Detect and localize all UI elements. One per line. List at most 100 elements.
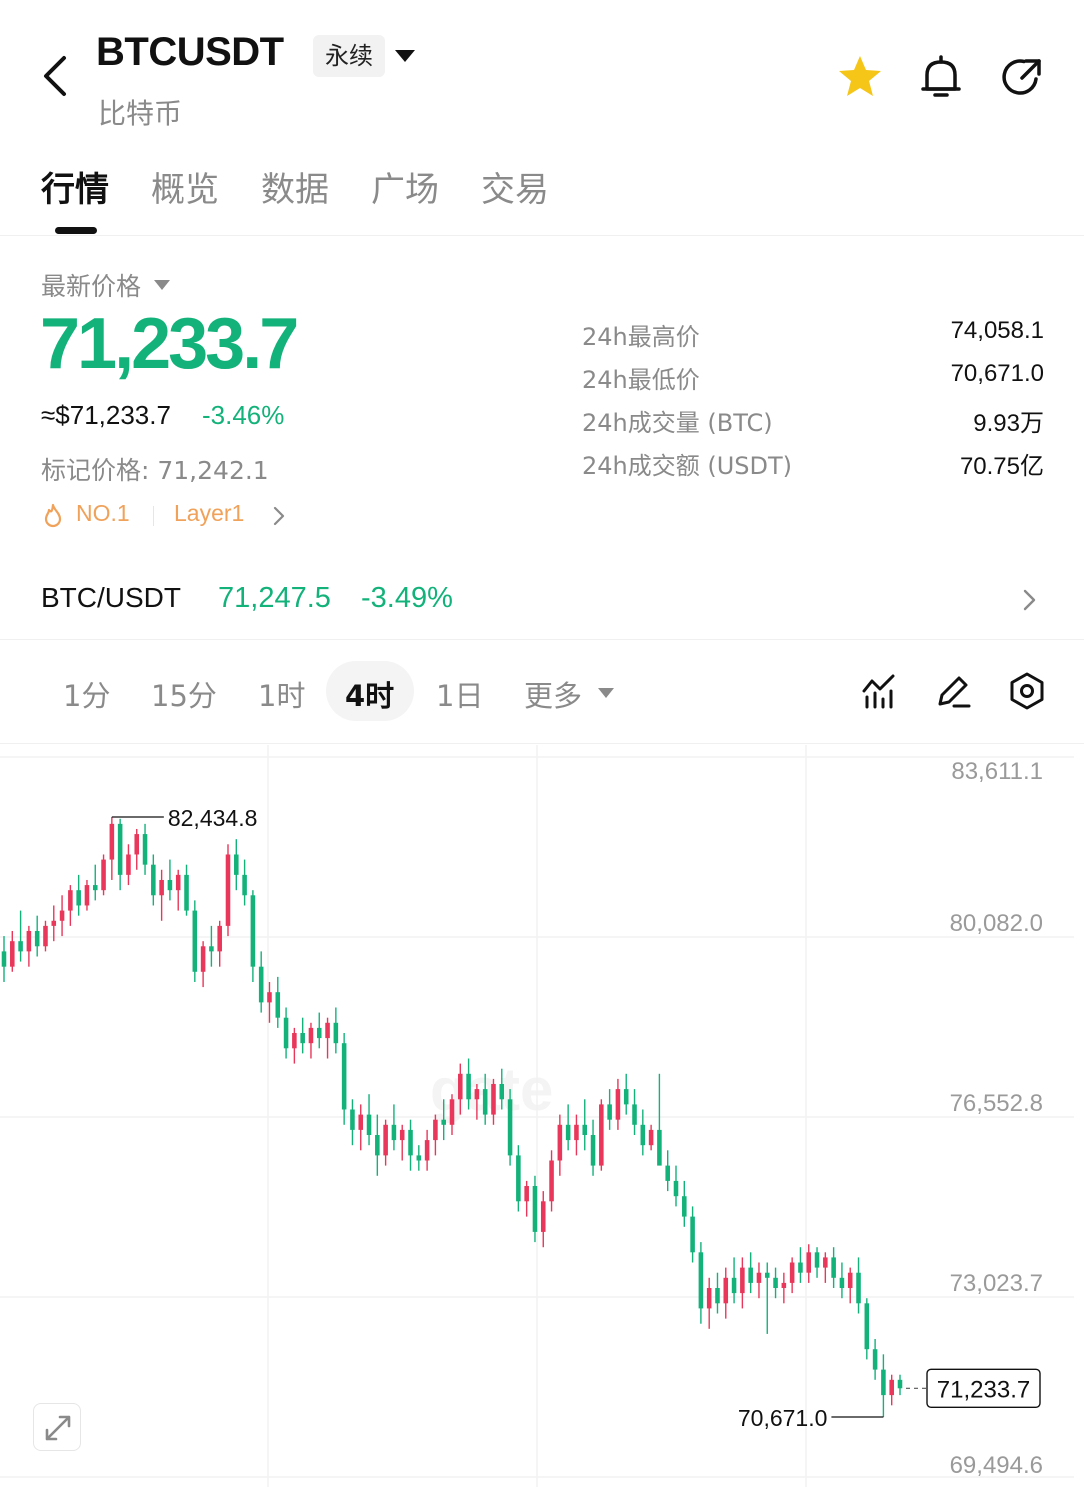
- candle-body: [831, 1257, 836, 1278]
- candle-body: [499, 1083, 505, 1100]
- last-price-label: 71,233.7: [937, 1376, 1030, 1403]
- candle-body: [175, 874, 181, 891]
- candle-body: [59, 910, 65, 921]
- back-icon[interactable]: [36, 52, 80, 100]
- y-axis-tick-label: 83,611.1: [951, 758, 1043, 785]
- candle-body: [599, 1104, 604, 1166]
- candle-body: [806, 1252, 812, 1273]
- interval-1d[interactable]: 1日: [436, 673, 483, 715]
- candle-body: [706, 1288, 712, 1309]
- tab-trade[interactable]: 交易: [481, 162, 549, 211]
- candle-body: [748, 1267, 753, 1283]
- candle-body: [1, 951, 7, 967]
- candle-body: [51, 920, 57, 926]
- candle-body: [640, 1124, 646, 1146]
- settings-hex-icon[interactable]: [1007, 671, 1047, 711]
- tab-square[interactable]: 广场: [371, 162, 439, 211]
- candle-body: [789, 1262, 795, 1283]
- candle-body: [839, 1277, 845, 1289]
- contract-type-dropdown[interactable]: 永续: [313, 35, 385, 77]
- chevron-right-icon[interactable]: [1021, 586, 1039, 614]
- candle-body: [441, 1119, 446, 1125]
- max-price-label: 82,434.8: [168, 805, 258, 831]
- tab-data[interactable]: 数据: [261, 162, 329, 211]
- candle-body: [657, 1129, 662, 1166]
- interval-more[interactable]: 更多: [524, 673, 582, 715]
- interval-1m[interactable]: 1分: [63, 673, 110, 715]
- interval-4h[interactable]: 4时: [345, 673, 394, 715]
- candlestick-chart[interactable]: gate 83,611.1 80,082.0 76,552.8 73,023.7 69,…: [0, 745, 1084, 1487]
- candle-body: [897, 1379, 903, 1389]
- candle-body: [292, 1032, 297, 1049]
- candle-body: [847, 1272, 853, 1289]
- candle-body: [723, 1277, 729, 1304]
- candle-body: [632, 1104, 637, 1125]
- caret-down-icon[interactable]: [596, 685, 616, 699]
- candle-body: [814, 1252, 820, 1268]
- candle-body: [424, 1140, 430, 1161]
- candle-body: [623, 1089, 629, 1105]
- candle-body: [433, 1119, 438, 1141]
- candle-body: [399, 1129, 405, 1141]
- candle-body: [466, 1073, 471, 1100]
- stat-label-turnover: 24h成交额 (USDT): [582, 452, 793, 480]
- stat-value-low: 70,671.0: [950, 360, 1044, 387]
- candle-body: [325, 1022, 330, 1039]
- chart-canvas[interactable]: 83,611.1 80,082.0 76,552.8 73,023.7 69,494.6…: [0, 745, 1084, 1487]
- draw-pencil-icon[interactable]: [933, 671, 973, 711]
- candle-body: [474, 1089, 480, 1100]
- candle-body: [516, 1155, 521, 1202]
- candle-body: [856, 1272, 861, 1304]
- y-axis-tick-label: 73,023.7: [950, 1270, 1043, 1297]
- candle-body: [159, 879, 164, 896]
- bell-icon[interactable]: [917, 53, 965, 101]
- spot-pair-row[interactable]: BTC/USDT 71,247.5 -3.49%: [0, 560, 1084, 640]
- interval-1h[interactable]: 1时: [258, 673, 305, 715]
- candle-body: [275, 992, 281, 1018]
- candle-body: [283, 1017, 289, 1049]
- caret-down-icon[interactable]: [152, 277, 172, 291]
- divider: [153, 506, 154, 526]
- stat-label-high: 24h最高价: [582, 323, 700, 351]
- tab-market[interactable]: 行情: [41, 162, 109, 211]
- candle-body: [34, 930, 40, 947]
- candle-body: [43, 925, 48, 947]
- price-type-selector[interactable]: 最新价格: [41, 267, 141, 303]
- stat-row: 24h成交量 (BTC) 9.93万: [582, 403, 1044, 446]
- stats-panel: 24h最高价 74,058.1 24h最低价 70,671.0 24h成交量 (…: [582, 317, 1044, 489]
- candle-body: [764, 1272, 770, 1278]
- usd-equivalent-price: ≈$71,233.7: [41, 400, 171, 430]
- candle-body: [532, 1186, 538, 1232]
- caret-down-icon[interactable]: [392, 40, 418, 70]
- candle-body: [482, 1089, 488, 1115]
- category-tag[interactable]: Layer1: [174, 500, 244, 527]
- tab-overview[interactable]: 概览: [151, 162, 219, 211]
- candle-body: [217, 925, 222, 952]
- y-axis-tick-label: 76,552.8: [950, 1090, 1043, 1117]
- candle-body: [134, 834, 140, 855]
- candle-body: [781, 1282, 787, 1289]
- candle-body: [872, 1349, 878, 1370]
- pair-change-percent: -3.49%: [361, 582, 453, 614]
- indicator-icon[interactable]: [859, 671, 899, 711]
- candle-body: [242, 874, 247, 896]
- chevron-right-icon[interactable]: [271, 504, 287, 528]
- expand-icon[interactable]: [33, 1403, 81, 1451]
- candle-body: [756, 1272, 762, 1283]
- header: BTCUSDT 永续 比特币: [0, 0, 1084, 140]
- candle-body: [341, 1043, 347, 1110]
- candle-body: [151, 864, 156, 896]
- interval-15m[interactable]: 15分: [151, 673, 217, 715]
- candle-body: [316, 1027, 322, 1039]
- candle-body: [333, 1022, 339, 1044]
- star-icon[interactable]: [836, 53, 884, 101]
- candle-body: [823, 1257, 828, 1268]
- candle-body: [200, 946, 206, 972]
- share-icon[interactable]: [998, 53, 1046, 101]
- candle-body: [267, 992, 272, 1003]
- candle-body: [673, 1180, 679, 1197]
- candle-body: [507, 1099, 513, 1156]
- candle-body: [350, 1109, 355, 1130]
- candle-body: [358, 1114, 364, 1130]
- stat-label-low: 24h最低价: [582, 366, 700, 394]
